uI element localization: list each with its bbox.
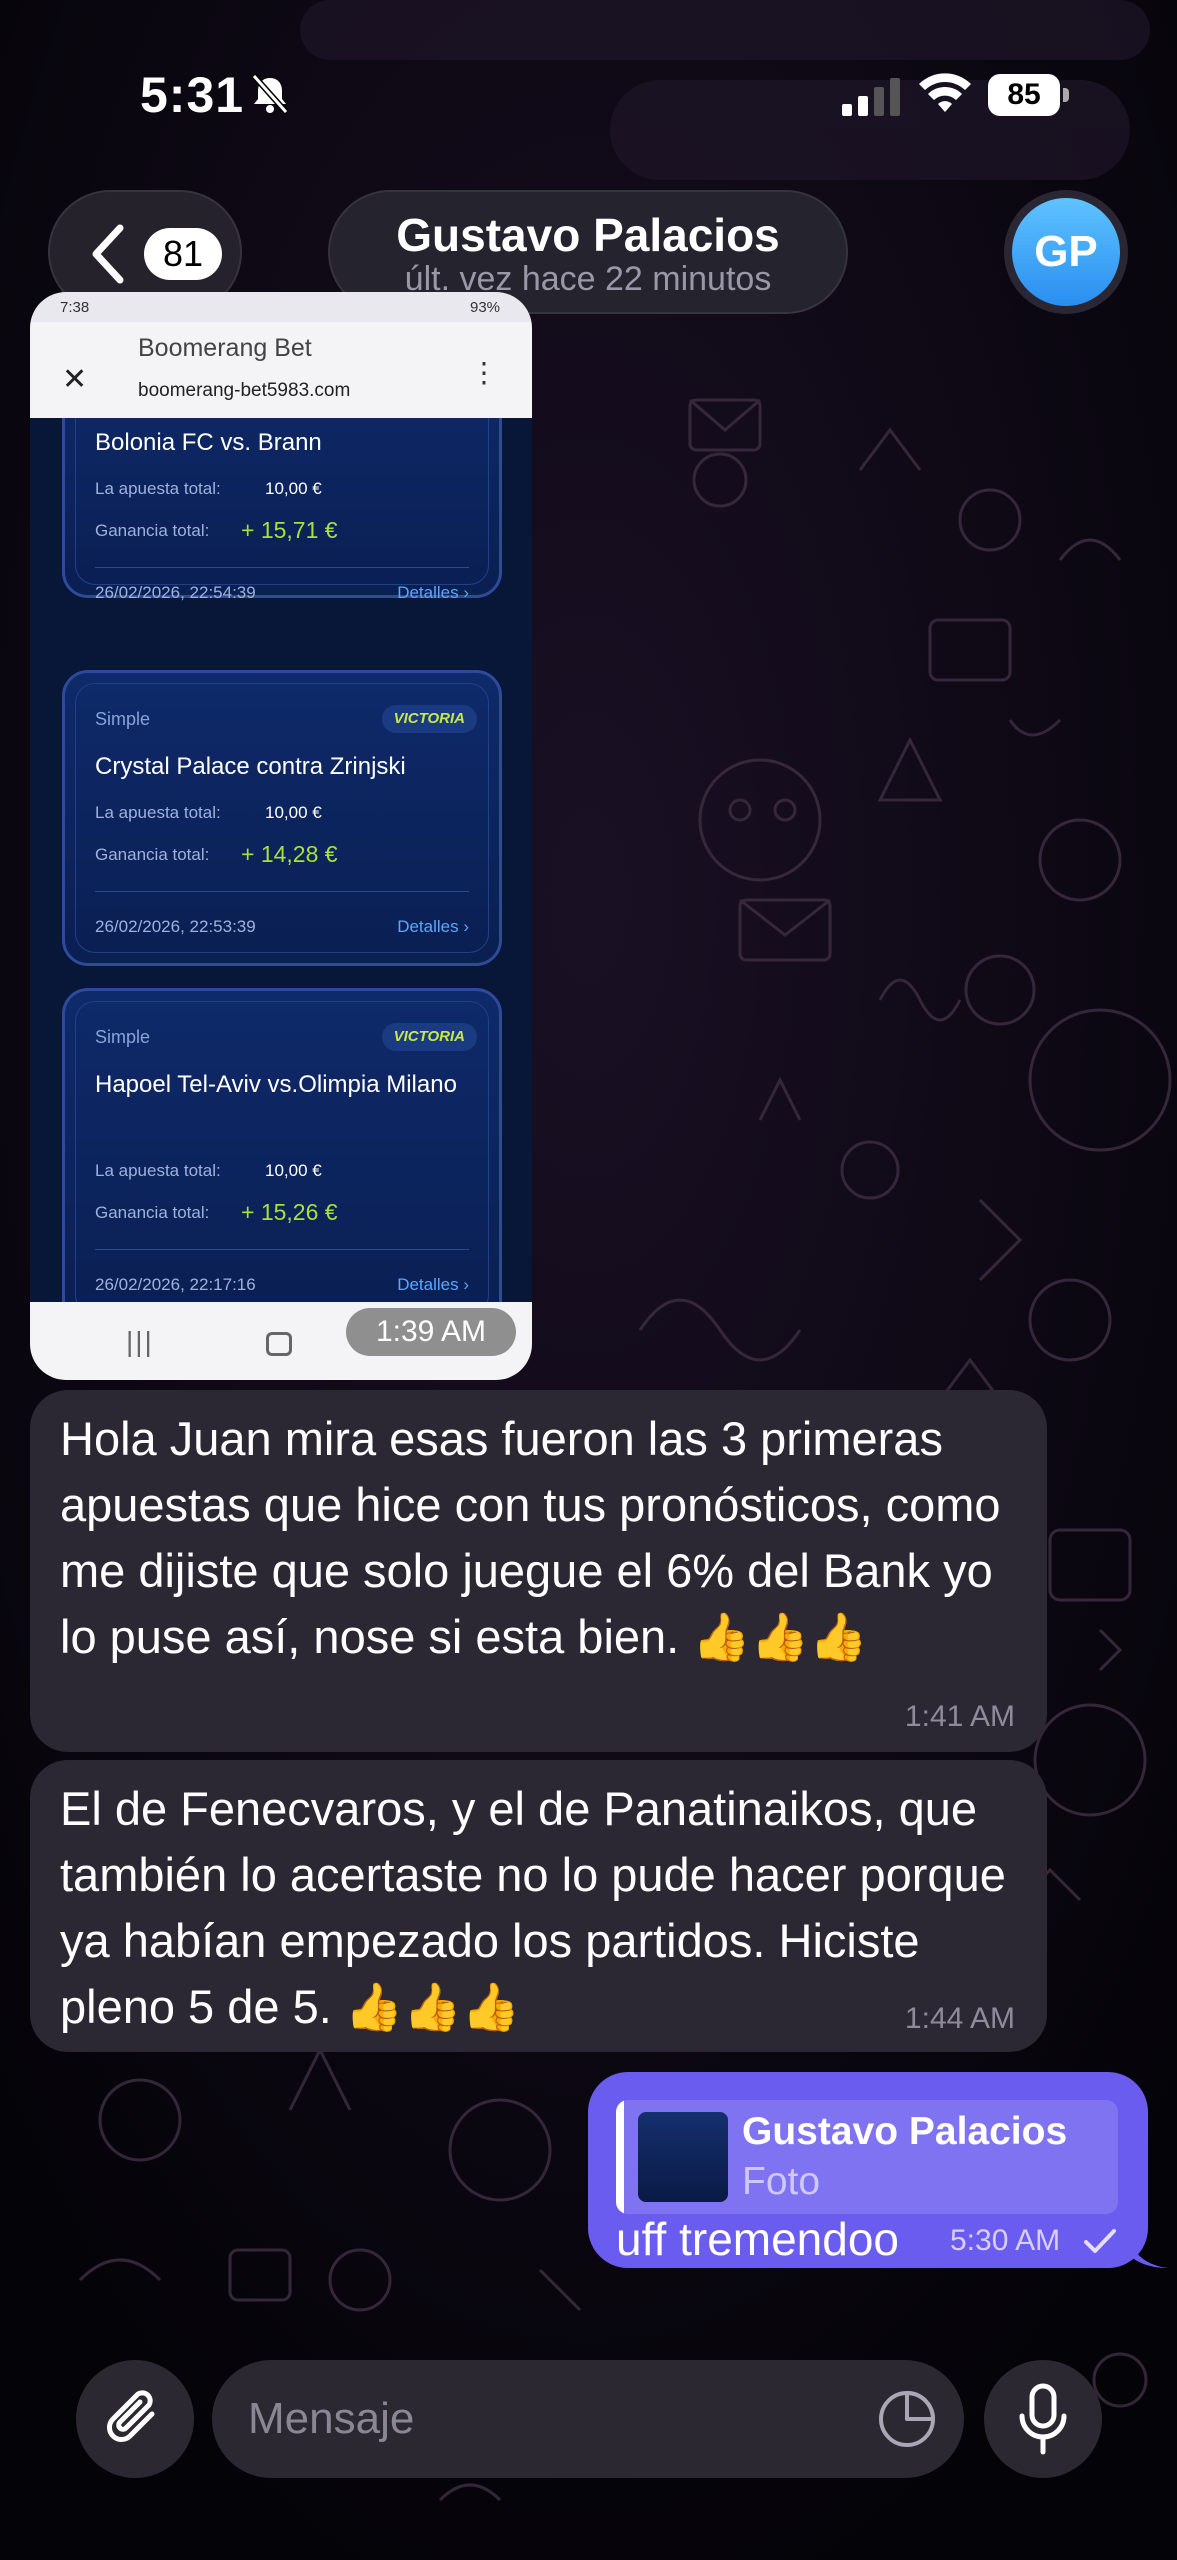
bet-stake-label: La apuesta total: <box>95 803 221 822</box>
victory-badge: VICTORIA <box>381 1023 477 1051</box>
screenshot-status-bar: 7:38 93% <box>30 292 532 322</box>
screenshot-status-time: 7:38 <box>60 299 90 316</box>
bet-date: 26/02/2026, 22:54:39 <box>95 583 256 602</box>
message-input[interactable] <box>248 2384 828 2454</box>
more-vertical-icon: ⋮ <box>470 357 498 388</box>
battery-indicator: 85 <box>988 74 1070 116</box>
message-text: uff tremendoo <box>616 2213 900 2265</box>
message-text: El de Fenecvaros, y el de Panatinaikos, … <box>60 1782 1006 2033</box>
bet-gain: + 15,26 € <box>241 1199 338 1225</box>
incoming-message[interactable]: Hola Juan mira esas fueron las 3 primera… <box>30 1390 1047 1752</box>
avatar-initials: GP <box>1012 198 1120 306</box>
reply-preview[interactable]: Gustavo Palacios Foto <box>616 2100 1118 2214</box>
bet-gain-label: Ganancia total: <box>95 1203 210 1222</box>
reply-type: Foto <box>742 2160 821 2203</box>
message-time: 1:39 AM <box>346 1308 516 1356</box>
incoming-message[interactable]: El de Fenecvaros, y el de Panatinaikos, … <box>30 1760 1047 2052</box>
bet-card: Simple VICTORIA Crystal Palace contra Zr… <box>62 670 502 966</box>
signal-icon <box>842 78 900 116</box>
bet-gain: + 15,71 € <box>241 517 338 543</box>
unread-count-badge: 81 <box>144 228 222 280</box>
bell-muted-icon <box>251 74 289 114</box>
bet-date: 26/02/2026, 22:53:39 <box>95 917 256 936</box>
screenshot-status-battery: 93% <box>470 299 501 316</box>
wifi-icon <box>919 73 971 112</box>
bet-match: Hapoel Tel-Aviv vs.Olimpia Milano <box>95 1071 457 1098</box>
message-input-field[interactable] <box>212 2360 964 2478</box>
bet-match: Crystal Palace contra Zrinjski <box>95 753 406 780</box>
message-time: 1:41 AM <box>904 1700 1015 1733</box>
battery-tip <box>1063 88 1069 102</box>
reply-thumbnail <box>638 2112 728 2202</box>
bet-gain-label: Ganancia total: <box>95 521 210 540</box>
microphone-icon <box>1019 2383 1067 2455</box>
screenshot-site-url: boomerang-bet5983.com <box>138 380 351 401</box>
bet-stake: 10,00 € <box>265 479 322 498</box>
bet-stake: 10,00 € <box>265 803 322 822</box>
bubble-tail <box>1130 2238 1168 2268</box>
bet-match: Bolonia FC vs. Brann <box>95 429 322 456</box>
bet-details-link: Detalles › <box>397 1275 469 1294</box>
battery-level: 85 <box>988 74 1060 116</box>
chevron-left-icon <box>92 224 124 284</box>
contact-avatar[interactable]: GP <box>1004 190 1128 314</box>
message-time: 5:30 AM <box>950 2224 1061 2257</box>
outgoing-message[interactable]: Gustavo Palacios Foto uff tremendoo 5:30… <box>588 2072 1148 2268</box>
recent-apps-icon: ||| <box>126 1326 154 1357</box>
screenshot-bets-list: Bolonia FC vs. Brann La apuesta total: 1… <box>30 418 532 1302</box>
victory-badge: VICTORIA <box>381 705 477 733</box>
status-bar: 5:31 85 <box>0 0 1177 190</box>
home-icon <box>266 1332 292 1356</box>
microphone-button[interactable] <box>984 2360 1102 2478</box>
bet-stake: 10,00 € <box>265 1161 322 1180</box>
attach-button[interactable] <box>76 2360 194 2478</box>
bet-date: 26/02/2026, 22:17:16 <box>95 1275 256 1294</box>
reply-author: Gustavo Palacios <box>742 2110 1068 2153</box>
bet-details-link: Detalles › <box>397 583 469 602</box>
bet-stake-label: La apuesta total: <box>95 479 221 498</box>
reply-accent-bar <box>616 2100 624 2214</box>
checkmark-icon <box>1084 2229 1116 2253</box>
bet-type: Simple <box>95 1027 151 1047</box>
screenshot-browser-bar: ✕ Boomerang Bet boomerang-bet5983.com ⋮ <box>30 322 532 418</box>
message-text: Hola Juan mira esas fueron las 3 primera… <box>60 1412 1001 1663</box>
contact-name: Gustavo Palacios <box>396 209 780 261</box>
message-time: 1:44 AM <box>904 2002 1015 2035</box>
bet-stake-label: La apuesta total: <box>95 1161 221 1180</box>
status-time: 5:31 <box>140 67 245 123</box>
bet-gain-label: Ganancia total: <box>95 845 210 864</box>
bet-card: Bolonia FC vs. Brann La apuesta total: 1… <box>62 418 502 602</box>
close-icon: ✕ <box>62 363 88 396</box>
bet-details-link: Detalles › <box>397 917 469 936</box>
photo-message[interactable]: 7:38 93% ✕ Boomerang Bet boomerang-bet59… <box>30 292 532 1380</box>
bet-gain: + 14,28 € <box>241 841 338 867</box>
paperclip-icon <box>107 2390 155 2442</box>
screenshot-site-title: Boomerang Bet <box>138 334 312 362</box>
bet-type: Simple <box>95 709 151 729</box>
bet-card: Simple VICTORIA Hapoel Tel-Aviv vs.Olimp… <box>62 988 502 1302</box>
sticker-icon[interactable] <box>876 2388 938 2450</box>
